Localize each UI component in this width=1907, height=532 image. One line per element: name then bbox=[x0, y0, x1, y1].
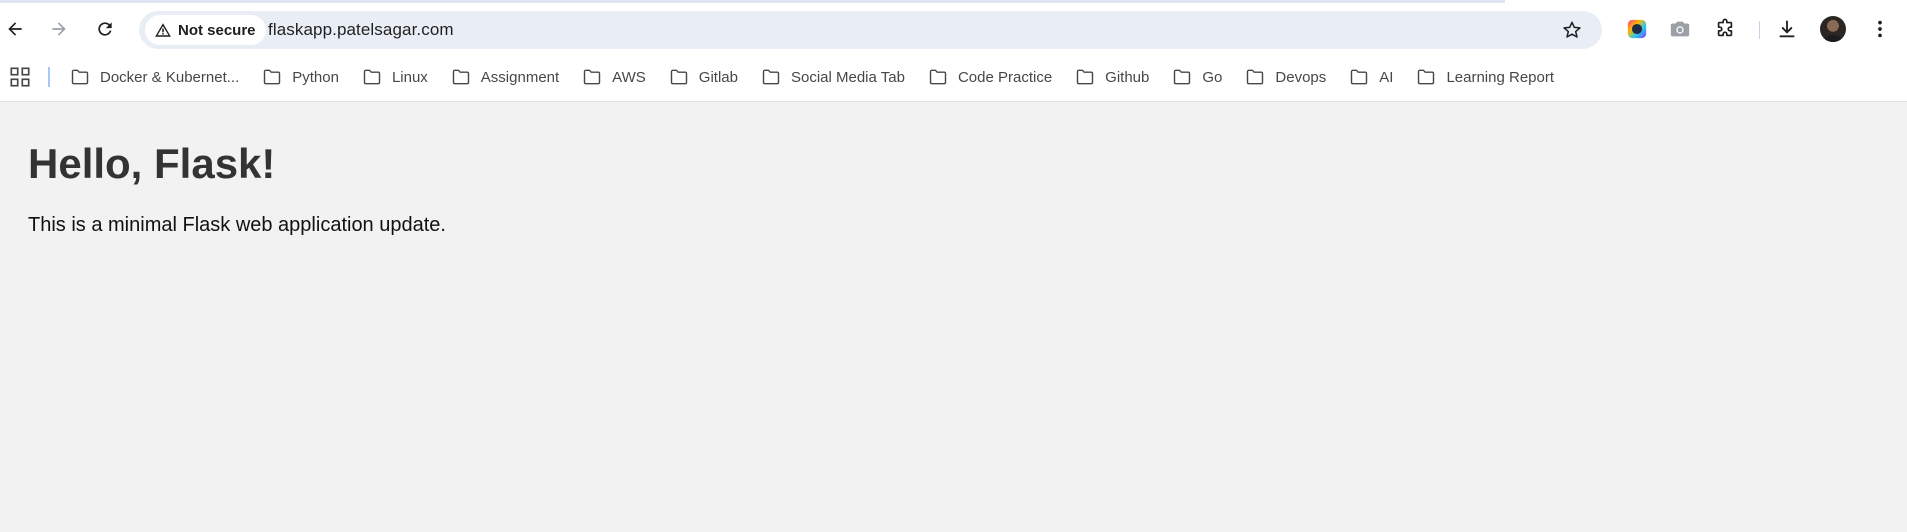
bookmark-folder[interactable]: Assignment bbox=[449, 63, 569, 91]
bookmark-folder[interactable]: Github bbox=[1073, 63, 1159, 91]
browser-window: Not secure flaskapp.patelsagar.com Docke… bbox=[0, 0, 1907, 532]
extensions-button[interactable] bbox=[1708, 12, 1742, 46]
bookmark-folder[interactable]: Linux bbox=[360, 63, 438, 91]
bookmark-folder[interactable]: AWS bbox=[580, 63, 656, 91]
page-heading: Hello, Flask! bbox=[28, 140, 276, 187]
bookmark-folder-label: Github bbox=[1105, 68, 1150, 86]
folder-icon bbox=[670, 69, 688, 85]
bookmark-folder[interactable]: Gitlab bbox=[667, 63, 748, 91]
camera-icon bbox=[1670, 21, 1690, 37]
toolbar: Not secure flaskapp.patelsagar.com bbox=[0, 8, 1907, 52]
avatar bbox=[1820, 16, 1846, 42]
folder-icon bbox=[583, 69, 601, 85]
arrow-left-icon bbox=[8, 22, 22, 36]
folder-icon bbox=[71, 69, 89, 85]
folder-icon bbox=[1418, 69, 1435, 85]
bookmark-folder[interactable]: Docker & Kubernet... bbox=[68, 63, 249, 91]
bookmark-folder-label: AI bbox=[1379, 68, 1394, 86]
bookmarks-separator bbox=[48, 67, 50, 87]
screenshot-extension[interactable] bbox=[1663, 12, 1697, 46]
bookmark-folder-label: Go bbox=[1202, 68, 1223, 86]
menu-button[interactable] bbox=[1863, 12, 1897, 46]
apps-grid-icon[interactable] bbox=[9, 66, 31, 88]
bookmark-folder[interactable]: Python bbox=[260, 63, 349, 91]
bookmark-folder[interactable]: Social Media Tab bbox=[759, 63, 915, 91]
downloads-button[interactable] bbox=[1770, 12, 1804, 46]
arrow-right-icon bbox=[52, 22, 66, 36]
folder-icon bbox=[1351, 69, 1368, 85]
bookmark-star-button[interactable] bbox=[1560, 18, 1584, 42]
toolbar-separator bbox=[1759, 21, 1760, 39]
bookmark-folder-label: Assignment bbox=[480, 68, 560, 86]
forward-button[interactable] bbox=[42, 12, 76, 46]
bookmark-folder-label: Code Practice bbox=[957, 68, 1053, 86]
folder-icon bbox=[363, 69, 381, 85]
reload-icon bbox=[98, 22, 112, 36]
reload-button[interactable] bbox=[88, 12, 122, 46]
color-picker-extension[interactable] bbox=[1620, 12, 1654, 46]
address-bar[interactable]: Not secure flaskapp.patelsagar.com bbox=[139, 11, 1602, 49]
security-label: Not secure bbox=[178, 21, 256, 39]
bookmark-folder[interactable]: Go bbox=[1170, 63, 1232, 91]
folder-icon bbox=[452, 69, 470, 85]
browser-chrome: Not secure flaskapp.patelsagar.com Docke… bbox=[0, 0, 1907, 102]
bookmark-folder[interactable]: Devops bbox=[1243, 63, 1336, 91]
star-icon bbox=[1563, 21, 1581, 38]
bookmark-folder-label: Docker & Kubernet... bbox=[100, 68, 240, 86]
page-paragraph: This is a minimal Flask web application … bbox=[28, 214, 446, 236]
bookmark-folder-label: Gitlab bbox=[698, 68, 738, 86]
folder-icon bbox=[1247, 69, 1264, 85]
bookmark-folder[interactable]: Code Practice bbox=[926, 63, 1062, 91]
folder-icon bbox=[762, 69, 780, 85]
kebab-menu-icon bbox=[1878, 20, 1882, 38]
bookmark-folder[interactable]: AI bbox=[1347, 63, 1403, 91]
bookmark-folder-label: Learning Report bbox=[1446, 68, 1555, 86]
bookmark-folder-list: Docker & Kubernet... Python Linux Assignmen… bbox=[68, 62, 1575, 92]
profile-button[interactable] bbox=[1816, 12, 1850, 46]
security-chip[interactable]: Not secure bbox=[145, 15, 266, 45]
download-icon bbox=[1779, 20, 1795, 38]
puzzle-icon bbox=[1717, 18, 1733, 37]
bookmark-folder[interactable]: Learning Report bbox=[1414, 63, 1564, 91]
bookmark-folder-label: Python bbox=[292, 68, 339, 86]
warning-triangle-icon bbox=[155, 23, 171, 37]
bookmark-folder-label: Linux bbox=[391, 68, 428, 86]
bookmark-folder-label: Social Media Tab bbox=[790, 68, 905, 86]
url-text[interactable]: flaskapp.patelsagar.com bbox=[268, 20, 454, 40]
folder-icon bbox=[264, 69, 281, 85]
folder-icon bbox=[1076, 69, 1094, 85]
folder-icon bbox=[1174, 69, 1191, 85]
page-content: Hello, Flask! This is a minimal Flask we… bbox=[0, 102, 1907, 532]
color-wheel-icon bbox=[1627, 19, 1647, 39]
bookmark-folder-label: AWS bbox=[612, 68, 646, 86]
back-button[interactable] bbox=[0, 12, 32, 46]
loading-bar bbox=[0, 0, 1505, 3]
bookmark-folder-label: Devops bbox=[1275, 68, 1327, 86]
bookmarks-bar: Docker & Kubernet... Python Linux Assignmen… bbox=[0, 62, 1907, 92]
folder-icon bbox=[929, 69, 947, 85]
